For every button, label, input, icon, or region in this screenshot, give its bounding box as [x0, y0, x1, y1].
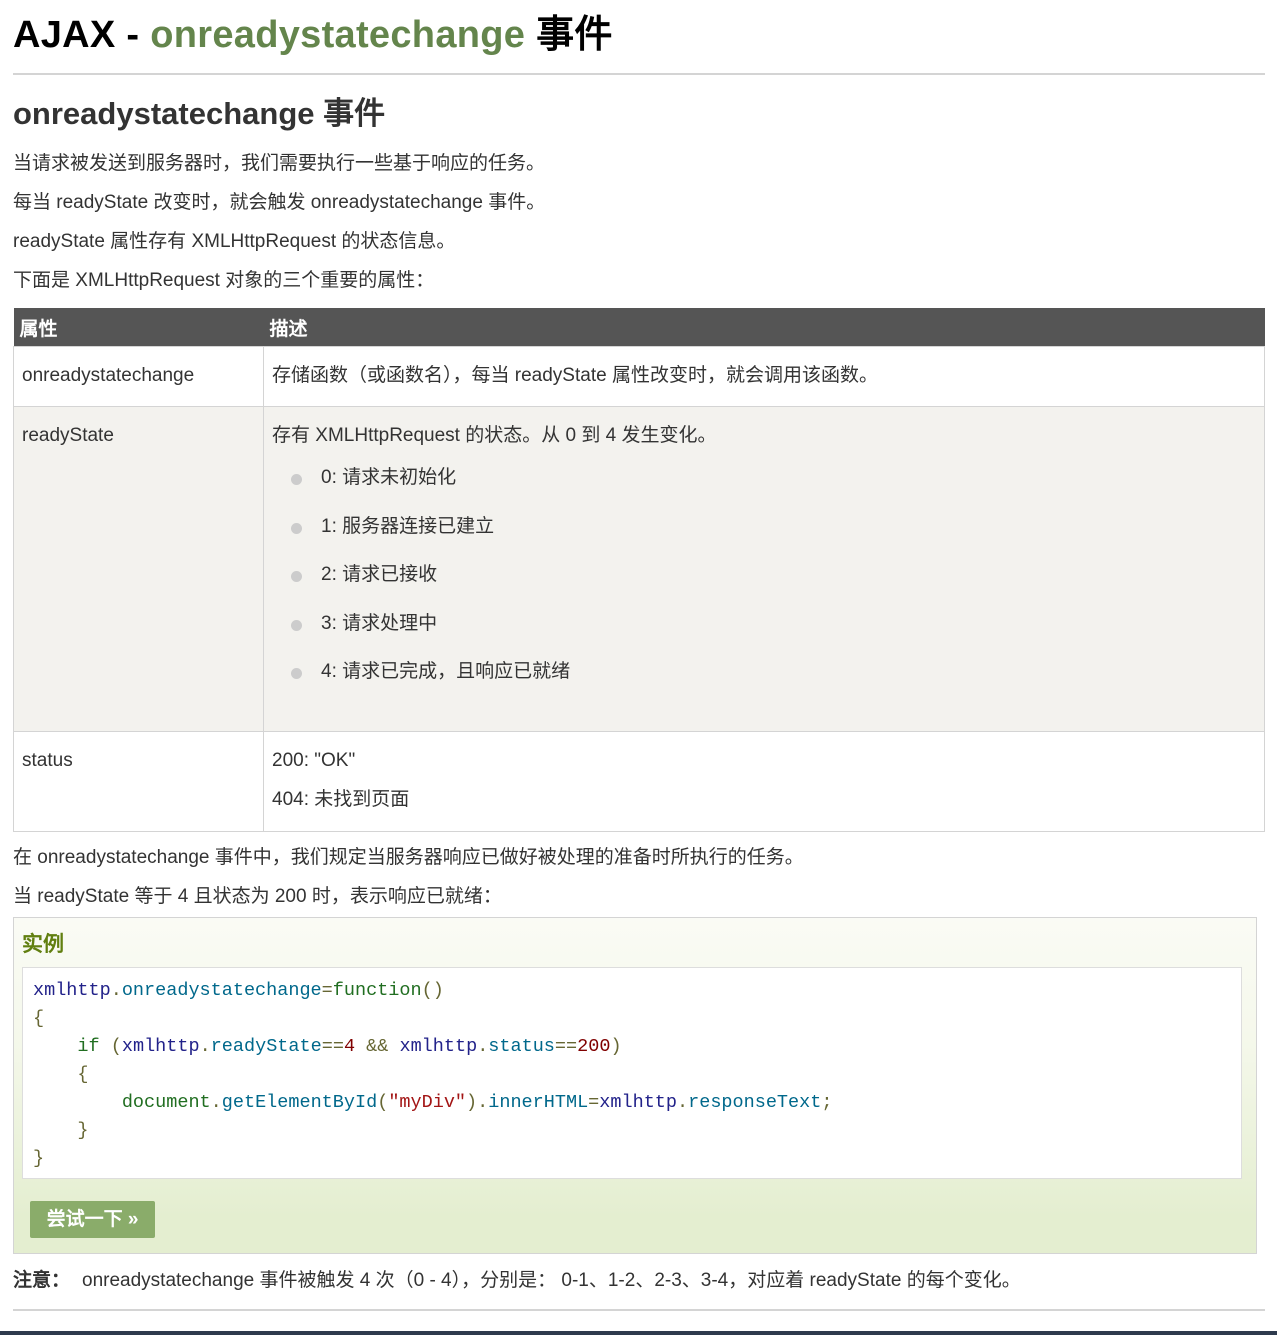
property-description-cell: 200: "OK" 404: 未找到页面: [263, 731, 1265, 832]
intro-paragraph: 每当 readyState 改变时，就会触发 onreadystatechang…: [13, 192, 546, 213]
body-paragraph: 在 onreadystatechange 事件中，我们规定当服务器响应已做好被处…: [13, 847, 804, 868]
header-property: 属性: [13, 308, 264, 347]
code-line: }: [33, 1148, 45, 1169]
state-label: 1: 服务器连接已建立: [321, 515, 495, 537]
status-line: 404: 未找到页面: [272, 789, 410, 810]
intro-paragraph: 当请求被发送到服务器时，我们需要执行一些基于响应的任务。: [13, 153, 546, 174]
list-item: 1: 服务器连接已建立: [291, 514, 1256, 540]
intro-paragraph: 下面是 XMLHttpRequest 对象的三个重要的属性：: [13, 270, 435, 291]
divider: [13, 73, 1265, 75]
code-line: }: [33, 1120, 89, 1141]
state-label: 4: 请求已完成，且响应已就绪: [321, 661, 571, 682]
bullet-icon: [291, 522, 302, 534]
note-paragraph: 注意： onreadystatechange 事件被触发 4 次（0 - 4），分…: [13, 1268, 1021, 1294]
body-paragraph: 当 readyState 等于 4 且状态为 200 时，表示响应已就绪：: [13, 886, 502, 907]
header-description: 描述: [263, 308, 1265, 347]
table-row: onreadystatechange 存储函数（或函数名），每当 readySt…: [13, 346, 1265, 407]
state-label: 2: 请求已接收: [321, 564, 438, 585]
property-description: 存有 XMLHttpRequest 的状态。从 0 到 4 发生变化。: [272, 425, 717, 446]
property-name: onreadystatechange: [13, 346, 264, 407]
property-name: readyState: [13, 406, 264, 732]
divider: [13, 1309, 1265, 1311]
bullet-icon: [291, 474, 302, 485]
table-row: readyState 存有 XMLHttpRequest 的状态。从 0 到 4…: [13, 406, 1265, 732]
code-line: if (xmlhttp.readyState==4 && xmlhttp.sta…: [77, 1036, 622, 1057]
try-it-button[interactable]: 尝试一下 »: [30, 1201, 155, 1238]
intro-paragraph: readyState 属性存有 XMLHttpRequest 的状态信息。: [13, 231, 456, 252]
code-line: xmlhttp.onreadystatechange=function(): [33, 980, 444, 1001]
example-heading: 实例: [22, 933, 64, 956]
ready-state-list: 0: 请求未初始化 1: 服务器连接已建立 2: 请求已接收 3: 请求处理中 …: [272, 465, 1256, 685]
title-prefix: AJAX -: [13, 14, 151, 56]
table-row: status 200: "OK" 404: 未找到页面: [13, 731, 1265, 832]
state-label: 0: 请求未初始化: [321, 467, 457, 488]
table-header-row: 属性 描述: [13, 308, 1265, 347]
code-block[interactable]: xmlhttp.onreadystatechange=function() { …: [22, 967, 1242, 1179]
list-item: 2: 请求已接收: [291, 562, 1256, 588]
article: AJAX - onreadystatechange 事件 onreadystat…: [13, 0, 1265, 1311]
code-line: {: [33, 1008, 45, 1029]
list-item: 0: 请求未初始化: [291, 465, 1256, 491]
title-highlight: onreadystatechange: [150, 14, 526, 56]
note-text: onreadystatechange 事件被触发 4 次（0 - 4），分别是：…: [82, 1270, 1021, 1291]
properties-table: 属性 描述 onreadystatechange 存储函数（或函数名），每当 r…: [13, 308, 1265, 832]
note-label: 注意：: [13, 1270, 71, 1291]
bullet-icon: [291, 619, 302, 631]
code-line: document.getElementById("myDiv").innerHT…: [121, 1092, 833, 1113]
section-heading: onreadystatechange 事件: [13, 96, 386, 131]
footer-bar: [0, 1331, 1277, 1335]
page-title: AJAX - onreadystatechange 事件: [13, 0, 1265, 59]
code-line: {: [33, 1064, 89, 1085]
property-name: status: [13, 731, 264, 832]
state-label: 3: 请求处理中: [321, 612, 438, 634]
property-description: 存储函数（或函数名），每当 readyState 属性改变时，就会调用该函数。: [263, 346, 1265, 407]
list-item: 4: 请求已完成，且响应已就绪: [291, 659, 1256, 685]
example-box: 实例 xmlhttp.onreadystatechange=function()…: [13, 917, 1257, 1254]
property-description-cell: 存有 XMLHttpRequest 的状态。从 0 到 4 发生变化。 0: 请…: [263, 406, 1265, 732]
title-suffix: 事件: [525, 14, 613, 56]
bullet-icon: [291, 668, 302, 679]
status-line: 200: "OK": [272, 750, 356, 771]
list-item: 3: 请求处理中: [291, 611, 1256, 637]
bullet-icon: [291, 571, 302, 582]
